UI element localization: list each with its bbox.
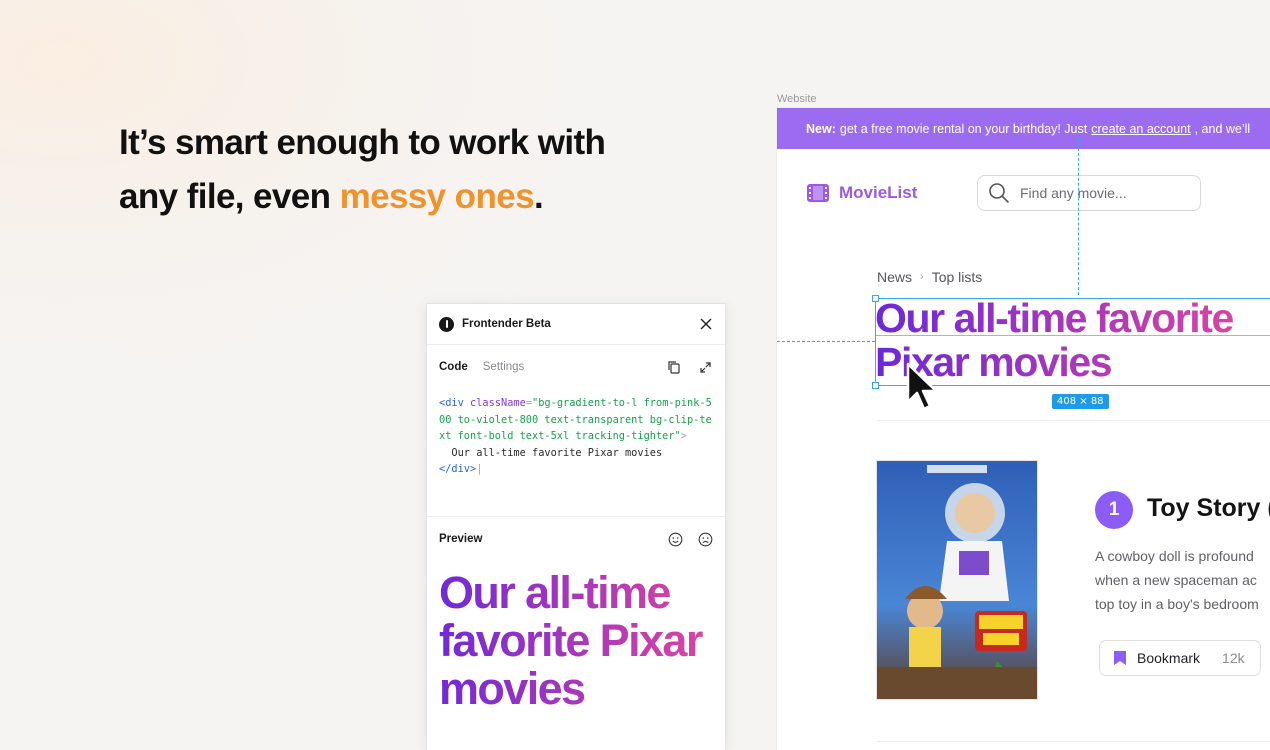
code-editor[interactable]: <div className="bg-gradient-to-l from-pi… (427, 389, 725, 517)
banner-bold: New: (806, 121, 836, 136)
selection-handle-bottom-left[interactable] (872, 382, 879, 389)
movie-desc-line: top toy in a boy's bedroom (1095, 596, 1259, 612)
search-placeholder: Find any movie... (1020, 185, 1127, 201)
hero-headline: It’s smart enough to work with any file,… (119, 116, 679, 224)
headline-line2: any file, even (119, 177, 340, 216)
bookmark-button[interactable]: Bookmark 12k (1099, 640, 1261, 676)
code-close-bracket: > (680, 430, 687, 442)
panel-tabs: Code Settings (427, 345, 725, 389)
breadcrumb-top-lists[interactable]: Top lists (932, 269, 983, 285)
preview-label: Preview (439, 533, 483, 545)
code-close-tag: </div> (439, 463, 477, 475)
headline-suffix: . (533, 177, 544, 216)
alignment-guide-vertical (1078, 138, 1079, 295)
dimension-badge: 408 × 88 (1052, 394, 1109, 409)
movie-desc-line: when a new spaceman ac (1095, 572, 1257, 588)
text-caret: | (476, 463, 483, 475)
banner-text: get a free movie rental on your birthday… (839, 121, 1088, 136)
close-icon[interactable] (699, 317, 713, 331)
tab-settings[interactable]: Settings (483, 361, 525, 373)
bookmark-label: Bookmark (1137, 650, 1201, 666)
movie-description: A cowboy doll is profound when a new spa… (1095, 544, 1270, 616)
frown-icon[interactable] (697, 531, 713, 547)
bookmark-count: 12k (1222, 650, 1245, 666)
movie-title[interactable]: Toy Story ( (1147, 494, 1270, 523)
headline-accent: messy ones (339, 177, 535, 216)
search-input[interactable]: Find any movie... (977, 175, 1201, 211)
smile-icon[interactable] (667, 531, 683, 547)
code-content: Our all-time favorite Pixar movies (451, 446, 663, 459)
frontender-panel: Frontender Beta Code Settings <div class… (426, 303, 726, 750)
bookmark-icon (1114, 651, 1126, 665)
frontender-logo-icon (439, 316, 454, 332)
code-open-tag: <div (439, 397, 464, 409)
cursor-arrow-icon (906, 362, 938, 411)
divider (877, 420, 1270, 421)
panel-title: Frontender Beta (462, 318, 551, 330)
panel-header: Frontender Beta (427, 304, 725, 345)
divider (877, 741, 1270, 742)
create-account-link[interactable]: create an account (1091, 122, 1190, 136)
chevron-right-icon: › (920, 271, 924, 283)
poster-image (877, 461, 1037, 699)
logo-text: MovieList (839, 183, 918, 202)
selection-handle-top-left[interactable] (872, 295, 879, 302)
tab-code[interactable]: Code (439, 361, 468, 373)
breadcrumb: News › Top lists (877, 269, 982, 285)
toy-story-poster[interactable] (876, 460, 1038, 700)
selection-baseline (875, 335, 1270, 336)
search-icon (989, 183, 1009, 203)
promo-banner: New: get a free movie rental on your bir… (777, 108, 1270, 149)
banner-tail: , and we’ll (1194, 121, 1251, 136)
expand-icon[interactable] (697, 359, 713, 375)
preview-header: Preview (427, 517, 725, 561)
headline-line1: It’s smart enough to work with (119, 123, 606, 162)
film-icon (807, 184, 829, 202)
site-logo[interactable]: MovieList (807, 183, 917, 203)
breadcrumb-news[interactable]: News (877, 269, 912, 285)
preview-output: Our all-time favorite Pixar movies (427, 561, 725, 713)
movie-desc-line: A cowboy doll is profound (1095, 548, 1254, 564)
alignment-guide-horizontal (777, 341, 875, 342)
copy-icon[interactable] (666, 359, 682, 375)
website-frame-label: Website (777, 93, 817, 105)
rank-badge: 1 (1095, 491, 1133, 529)
code-attr: className (470, 397, 526, 409)
website-frame: New: get a free movie rental on your bir… (777, 108, 1270, 750)
